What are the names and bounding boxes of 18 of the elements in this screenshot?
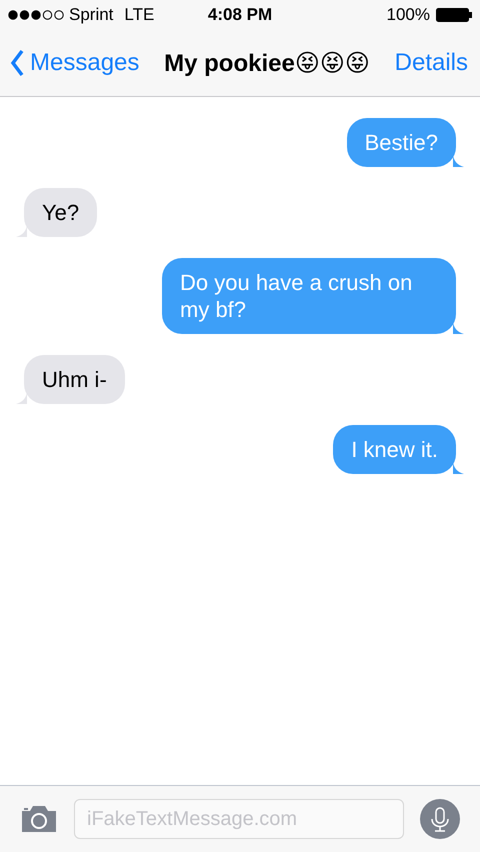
back-label[interactable]: Messages [30,49,140,77]
carrier-name: Sprint [69,5,114,25]
battery-percentage: 100% [386,5,430,25]
conversation-title: My pookiee😝😝😝 [163,48,371,78]
camera-icon[interactable] [20,805,58,833]
network-type: LTE [124,5,154,25]
bubble-tail [16,392,27,404]
clock-time: 4:08 PM [208,5,272,25]
bubble-tail [453,322,464,334]
microphone-icon[interactable] [420,799,460,839]
signal-icon [8,10,64,20]
details-link[interactable]: Details [394,49,468,77]
chevron-left-icon [10,49,24,77]
bubble-tail [16,225,27,237]
bubble-tail [453,462,464,474]
battery-icon [436,8,472,22]
bubble-tail [453,155,464,167]
back-button[interactable]: Messages [10,49,140,77]
